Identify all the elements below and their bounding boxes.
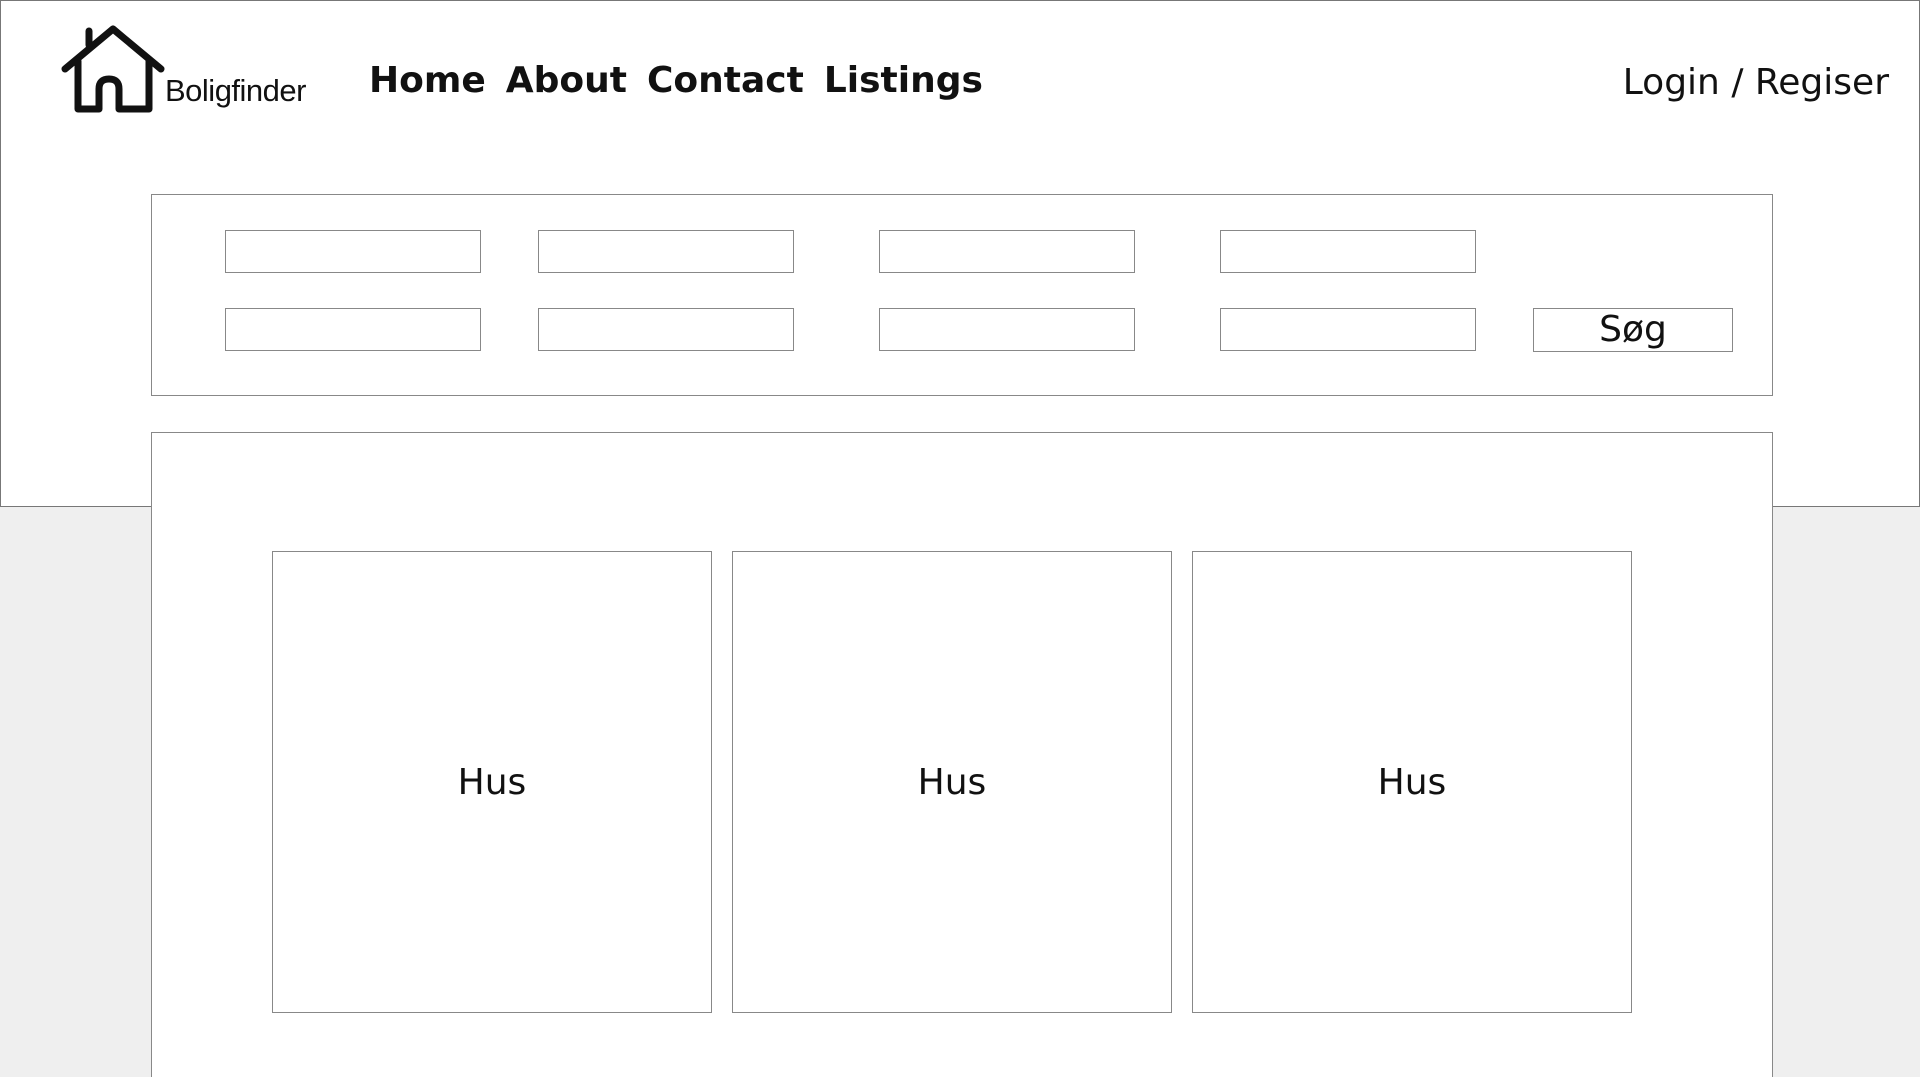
logo-text: Boligfinder	[165, 73, 306, 108]
listings-panel: Hus Hus Hus	[151, 432, 1773, 1077]
search-field-5[interactable]	[225, 308, 481, 351]
listing-label: Hus	[457, 761, 527, 803]
nav-about[interactable]: About	[506, 63, 627, 99]
search-field-8[interactable]	[1220, 308, 1476, 351]
search-field-3[interactable]	[879, 230, 1135, 273]
nav-contact[interactable]: Contact	[647, 63, 804, 99]
listing-card[interactable]: Hus	[1192, 551, 1632, 1013]
search-field-7[interactable]	[879, 308, 1135, 351]
page: Boligfinder Home About Contact Listings …	[0, 0, 1920, 1077]
search-field-1[interactable]	[225, 230, 481, 273]
house-icon	[61, 25, 165, 113]
listing-label: Hus	[1377, 761, 1447, 803]
search-field-6[interactable]	[538, 308, 794, 351]
search-field-2[interactable]	[538, 230, 794, 273]
logo[interactable]: Boligfinder	[61, 25, 331, 115]
site-header: Boligfinder Home About Contact Listings …	[0, 0, 1920, 153]
listing-label: Hus	[917, 761, 987, 803]
main-nav: Home About Contact Listings	[369, 63, 983, 99]
search-panel: Søg	[151, 194, 1773, 396]
search-button[interactable]: Søg	[1533, 308, 1733, 352]
nav-listings[interactable]: Listings	[824, 63, 983, 99]
login-register-link[interactable]: Login / Regiser	[1623, 65, 1889, 101]
listing-card[interactable]: Hus	[272, 551, 712, 1013]
nav-home[interactable]: Home	[369, 63, 486, 99]
search-field-4[interactable]	[1220, 230, 1476, 273]
listing-card[interactable]: Hus	[732, 551, 1172, 1013]
